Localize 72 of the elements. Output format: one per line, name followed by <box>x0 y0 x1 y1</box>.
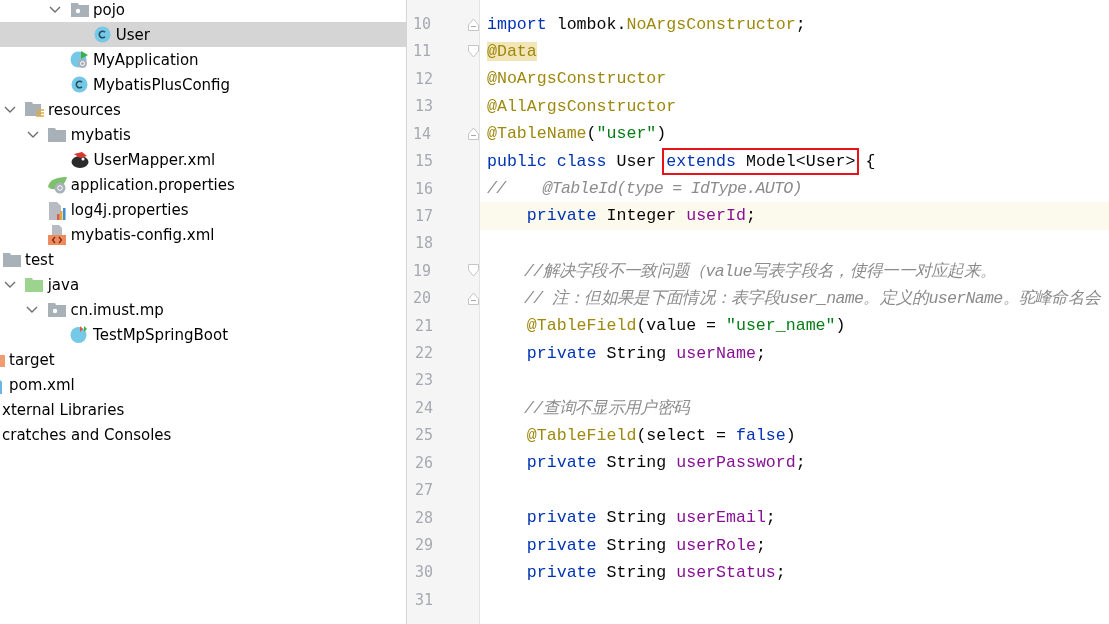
tree-item[interactable]: test <box>0 247 406 272</box>
class-icon <box>71 76 88 93</box>
line-number: 24 <box>413 398 433 417</box>
tree-item[interactable]: cratches and Consoles <box>0 422 406 447</box>
tree-item[interactable]: MyApplication <box>0 47 406 72</box>
line-number: 16 <box>413 179 433 198</box>
line-number: 10 <box>411 15 431 33</box>
xml-file-icon <box>48 224 67 245</box>
code-line: @TableName("user") <box>486 123 668 146</box>
code-line: @NoArgsConstructor <box>486 68 668 91</box>
class-icon <box>70 325 90 344</box>
code-line: // @TableId(type = IdType.AUTO) <box>486 178 803 201</box>
line-number: 17 <box>413 206 433 225</box>
chevron-down-icon[interactable] <box>3 280 16 289</box>
code-line: private String userPassword; <box>525 452 807 475</box>
line-number: 20 <box>411 289 431 308</box>
code-line: // 注：但如果是下面情况：表字段user_name。定义的userName。驼峰命名会 <box>523 288 1102 311</box>
tree-item[interactable]: UserMapper.xml <box>0 147 406 172</box>
line-number: 29 <box>413 536 433 554</box>
line-number: 28 <box>413 508 433 527</box>
tree-item[interactable]: resources <box>0 97 406 122</box>
line-number: 23 <box>413 371 433 390</box>
tree-item[interactable]: application.properties <box>0 172 406 197</box>
tree-item[interactable]: pom.xml <box>0 372 406 397</box>
line-number: 14 <box>411 124 431 143</box>
code-line: @TableField(select = false) <box>525 424 797 447</box>
code-line: @AllArgsConstructor <box>486 95 678 118</box>
line-number: 21 <box>413 316 433 335</box>
class-icon <box>93 26 111 43</box>
line-number: 12 <box>413 69 433 88</box>
line-number: 13 <box>413 97 433 116</box>
chevron-down-icon[interactable] <box>26 130 39 139</box>
selected-tree-item[interactable]: User <box>0 22 406 47</box>
resources-folder-icon <box>25 100 44 119</box>
code-line: @TableField(value = "user_name") <box>525 315 847 338</box>
code-line: private String userName; <box>525 342 767 365</box>
code-line: //解决字段不一致问题（value写表字段名，使得一一对应起来。 <box>523 260 998 283</box>
leaf-icon <box>46 175 68 194</box>
package-icon <box>47 302 66 317</box>
tree-item[interactable]: cn.imust.mp <box>0 297 406 322</box>
chevron-down-icon[interactable] <box>4 105 16 114</box>
bird-icon <box>69 150 90 169</box>
tree-item[interactable]: log4j.properties <box>0 197 406 222</box>
line-number: 27 <box>413 481 433 500</box>
tree-item[interactable]: mybatis <box>0 122 406 147</box>
code-line: private String userStatus; <box>525 561 787 584</box>
line-number: 30 <box>413 563 433 582</box>
line-number: 22 <box>413 344 433 363</box>
tree-item[interactable]: MybatisPlusConfig <box>0 72 406 97</box>
code-text: public class User <box>487 151 658 171</box>
class-icon <box>70 50 89 69</box>
line-number: 26 <box>413 453 433 472</box>
line-number: 11 <box>411 42 431 61</box>
tree-item[interactable]: pojo <box>0 0 406 22</box>
line-number: 31 <box>413 590 433 609</box>
line-number: 19 <box>411 261 431 280</box>
properties-file-icon <box>48 199 66 220</box>
code-line: private String userRole; <box>525 534 767 557</box>
tree-item[interactable]: TestMpSpringBoot <box>0 322 406 347</box>
chevron-down-icon[interactable] <box>49 5 61 14</box>
line-number: 15 <box>413 152 433 171</box>
line-number: 25 <box>413 426 433 445</box>
code-line: import lombok.NoArgsConstructor; <box>486 13 807 36</box>
code-text: { <box>864 151 876 171</box>
tree-item[interactable]: java <box>0 272 406 297</box>
code-line: //查询不显示用户密码 <box>523 397 692 420</box>
tree-item[interactable]: mybatis-config.xml <box>0 222 406 247</box>
line-number: 18 <box>413 234 433 253</box>
tree-item[interactable]: xternal Libraries <box>0 397 406 422</box>
chevron-down-icon[interactable] <box>26 305 39 314</box>
tree-item[interactable]: target <box>0 347 406 372</box>
code-line: private String userEmail; <box>525 507 777 530</box>
